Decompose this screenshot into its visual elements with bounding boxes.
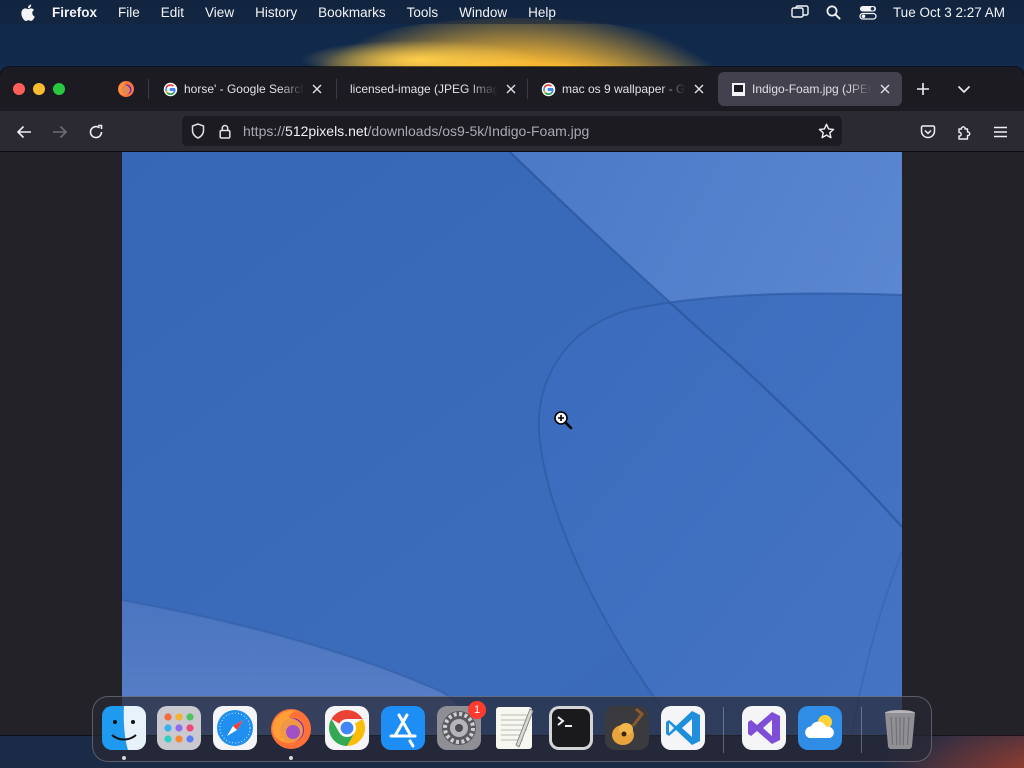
menu-edit[interactable]: Edit bbox=[161, 5, 184, 20]
dock-separator bbox=[861, 707, 862, 753]
dock-finder-icon[interactable] bbox=[101, 705, 147, 751]
tab-horse-search[interactable]: horse' - Google Search bbox=[150, 72, 334, 106]
dock-garageband-icon[interactable] bbox=[604, 705, 650, 751]
running-indicator bbox=[122, 756, 126, 760]
tab-title: licensed-image (JPEG Image bbox=[350, 82, 498, 96]
firefox-window: horse' - Google Search licensed-image (J… bbox=[0, 67, 1024, 735]
tab-close-icon[interactable] bbox=[308, 80, 326, 98]
menu-view[interactable]: View bbox=[205, 5, 234, 20]
indigo-foam-wallpaper-image bbox=[122, 152, 902, 735]
page-content-area bbox=[0, 152, 1024, 735]
tab-title: Indigo-Foam.jpg (JPEG Image bbox=[752, 82, 872, 96]
menu-history[interactable]: History bbox=[255, 5, 297, 20]
zoom-in-icon bbox=[553, 410, 573, 430]
new-tab-plus-icon[interactable] bbox=[912, 78, 934, 100]
extensions-puzzle-icon[interactable] bbox=[953, 121, 975, 143]
menu-window[interactable]: Window bbox=[459, 5, 507, 20]
window-close-button[interactable] bbox=[13, 83, 25, 95]
url-path: /downloads/os9-5k/Indigo-Foam.jpg bbox=[367, 123, 590, 139]
dock-chrome-icon[interactable] bbox=[324, 705, 370, 751]
dock-visual-studio-icon[interactable] bbox=[741, 705, 787, 751]
dock-terminal-icon[interactable] bbox=[548, 705, 594, 751]
tab-separator bbox=[148, 79, 149, 99]
list-all-tabs-chevron-down-icon[interactable] bbox=[953, 78, 975, 100]
tab-title: horse' - Google Search bbox=[184, 82, 304, 96]
tab-title: mac os 9 wallpaper - Google Search bbox=[562, 82, 686, 96]
dock-trash-icon[interactable] bbox=[877, 705, 923, 751]
navigation-toolbar: https://512pixels.net/downloads/os9-5k/I… bbox=[0, 111, 1024, 152]
bookmark-star-icon[interactable] bbox=[816, 121, 836, 141]
dock-vscode-icon[interactable] bbox=[660, 705, 706, 751]
dock-separator bbox=[723, 707, 724, 753]
dock-textedit-icon[interactable] bbox=[492, 705, 538, 751]
tab-close-icon[interactable] bbox=[690, 80, 708, 98]
lock-icon[interactable] bbox=[216, 122, 234, 140]
jpeg-image-indigo-foam[interactable] bbox=[122, 152, 902, 735]
window-minimize-button[interactable] bbox=[33, 83, 45, 95]
tab-bar: horse' - Google Search licensed-image (J… bbox=[0, 67, 1024, 111]
google-icon bbox=[162, 81, 178, 97]
dock-launchpad-icon[interactable] bbox=[156, 705, 202, 751]
apple-logo-icon[interactable] bbox=[16, 4, 38, 21]
menu-bar-clock[interactable]: Tue Oct 3 2:27 AM bbox=[893, 5, 1005, 20]
menu-help[interactable]: Help bbox=[528, 5, 556, 20]
notification-badge: 1 bbox=[468, 701, 486, 719]
tab-close-icon[interactable] bbox=[502, 80, 520, 98]
url-bar[interactable]: https://512pixels.net/downloads/os9-5k/I… bbox=[182, 116, 842, 146]
menu-bar-status-area: Tue Oct 3 2:27 AM bbox=[777, 0, 1005, 24]
pocket-save-icon[interactable] bbox=[917, 121, 939, 143]
dock-firefox-icon[interactable] bbox=[268, 705, 314, 751]
tab-separator bbox=[336, 79, 337, 99]
url-scheme: https:// bbox=[243, 123, 286, 139]
reload-icon[interactable] bbox=[85, 121, 107, 143]
google-icon bbox=[540, 81, 556, 97]
spotlight-search-icon[interactable] bbox=[823, 3, 845, 21]
tab-indigo-foam[interactable]: Indigo-Foam.jpg (JPEG Image bbox=[718, 72, 902, 106]
dock-app-store-icon[interactable] bbox=[380, 705, 426, 751]
image-icon bbox=[730, 81, 746, 97]
back-arrow-icon[interactable] bbox=[13, 121, 35, 143]
tab-close-icon[interactable] bbox=[876, 80, 894, 98]
menu-bar: Firefox File Edit View History Bookmarks… bbox=[0, 0, 1024, 24]
dock: 1 bbox=[92, 696, 932, 762]
menu-app-firefox[interactable]: Firefox bbox=[52, 5, 97, 20]
forward-arrow-icon[interactable] bbox=[49, 121, 71, 143]
dock-system-settings-icon[interactable]: 1 bbox=[436, 701, 486, 751]
screen-mirroring-icon[interactable] bbox=[789, 3, 811, 21]
tab-licensed-image[interactable]: licensed-image (JPEG Image bbox=[338, 72, 528, 106]
running-indicator bbox=[289, 756, 293, 760]
menu-tools[interactable]: Tools bbox=[407, 5, 439, 20]
tab-mac-os-9-wallpaper-search[interactable]: mac os 9 wallpaper - Google Search bbox=[528, 72, 716, 106]
menu-bookmarks[interactable]: Bookmarks bbox=[318, 5, 386, 20]
dock-safari-icon[interactable] bbox=[212, 705, 258, 751]
dock-weather-icon[interactable] bbox=[797, 705, 843, 751]
menu-file[interactable]: File bbox=[118, 5, 140, 20]
hamburger-menu-icon[interactable] bbox=[989, 121, 1011, 143]
window-zoom-button[interactable] bbox=[53, 83, 65, 95]
url-text[interactable]: https://512pixels.net/downloads/os9-5k/I… bbox=[243, 123, 589, 139]
tracking-protection-shield-icon[interactable] bbox=[189, 122, 207, 140]
firefox-view-icon[interactable] bbox=[117, 80, 135, 98]
control-center-icon[interactable] bbox=[857, 3, 879, 21]
url-host: 512pixels.net bbox=[285, 123, 368, 139]
